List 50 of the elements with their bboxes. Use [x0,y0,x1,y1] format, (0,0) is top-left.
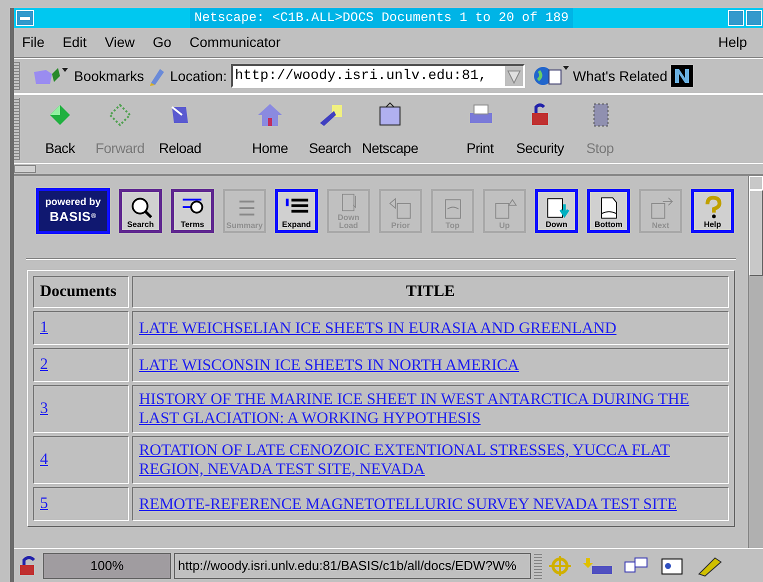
toolbar-button[interactable]: Search [300,97,360,161]
toolbar-button[interactable]: Reload [150,97,210,161]
window-menu-button[interactable] [16,10,34,26]
location-label: Location: [170,66,227,86]
status-message: http://woody.isri.unlv.edu:81/BASIS/c1b/all/docs/EDW?W% [174,552,531,578]
logo-icon [671,65,694,87]
basis-logo[interactable]: powered by BASIS$^{®}$ [36,188,110,234]
toolbar-button[interactable]: Netscape [360,97,420,161]
toolbar-button[interactable]: Down [535,189,578,233]
globe-icon [532,64,569,88]
window-title: Netscape: <C1B.ALL>DOCS Documents 1 to 20 of 189 [190,8,573,28]
bookmarks-button[interactable]: Bookmarks [32,66,144,86]
menu-item[interactable]: View [104,32,135,53]
toolbar-button[interactable]: Search [119,189,162,233]
menu-item[interactable]: File [22,32,45,53]
menu-item[interactable]: Edit [62,32,87,53]
menu-item[interactable]: Help [718,32,747,53]
toolbar-button[interactable]: Expand [275,189,318,233]
toolbar-button[interactable]: Home [240,97,300,161]
menu-item[interactable]: Communicator [189,32,280,53]
column-header: TITLE [132,276,729,308]
document-link[interactable]: 4 [40,451,48,468]
logo-text: BASIS$^{®}$ [50,209,96,226]
pen-icon [148,66,166,86]
document-link[interactable]: 5 [40,495,48,512]
grip-handle[interactable] [14,62,20,90]
house-icon [256,101,284,129]
progress-text: 100% [89,556,125,575]
toolbar-button[interactable]: Back [30,97,90,161]
location-field[interactable]: http://woody.isri.unlv.edu:81, [230,64,525,88]
grip-handle[interactable] [14,98,20,160]
document-link[interactable]: 3 [40,400,48,417]
document-link[interactable]: 1 [40,319,48,336]
toolbar-button[interactable]: Security [510,97,570,161]
logo-text: powered by [45,196,101,210]
vertical-scrollbar[interactable] [748,176,763,548]
toolbar-button[interactable]: Print [450,97,510,161]
dropdown-icon[interactable] [504,66,523,86]
column-header: Documents [33,276,129,308]
toolbar-button[interactable]: Help [691,189,734,233]
toolbar-button[interactable]: Terms [171,189,214,233]
folder-icon [32,66,70,86]
document-link[interactable]: 2 [40,356,48,373]
toolbar-button[interactable]: Bottom [587,189,630,233]
maximize-button[interactable] [746,10,762,26]
grip-handle[interactable] [534,552,542,578]
minimize-button[interactable] [728,10,744,26]
menu-item[interactable]: Go [152,32,172,53]
collapsed-toolbar-tab[interactable] [14,165,36,173]
whats-related-button[interactable]: What's Related [532,64,668,88]
